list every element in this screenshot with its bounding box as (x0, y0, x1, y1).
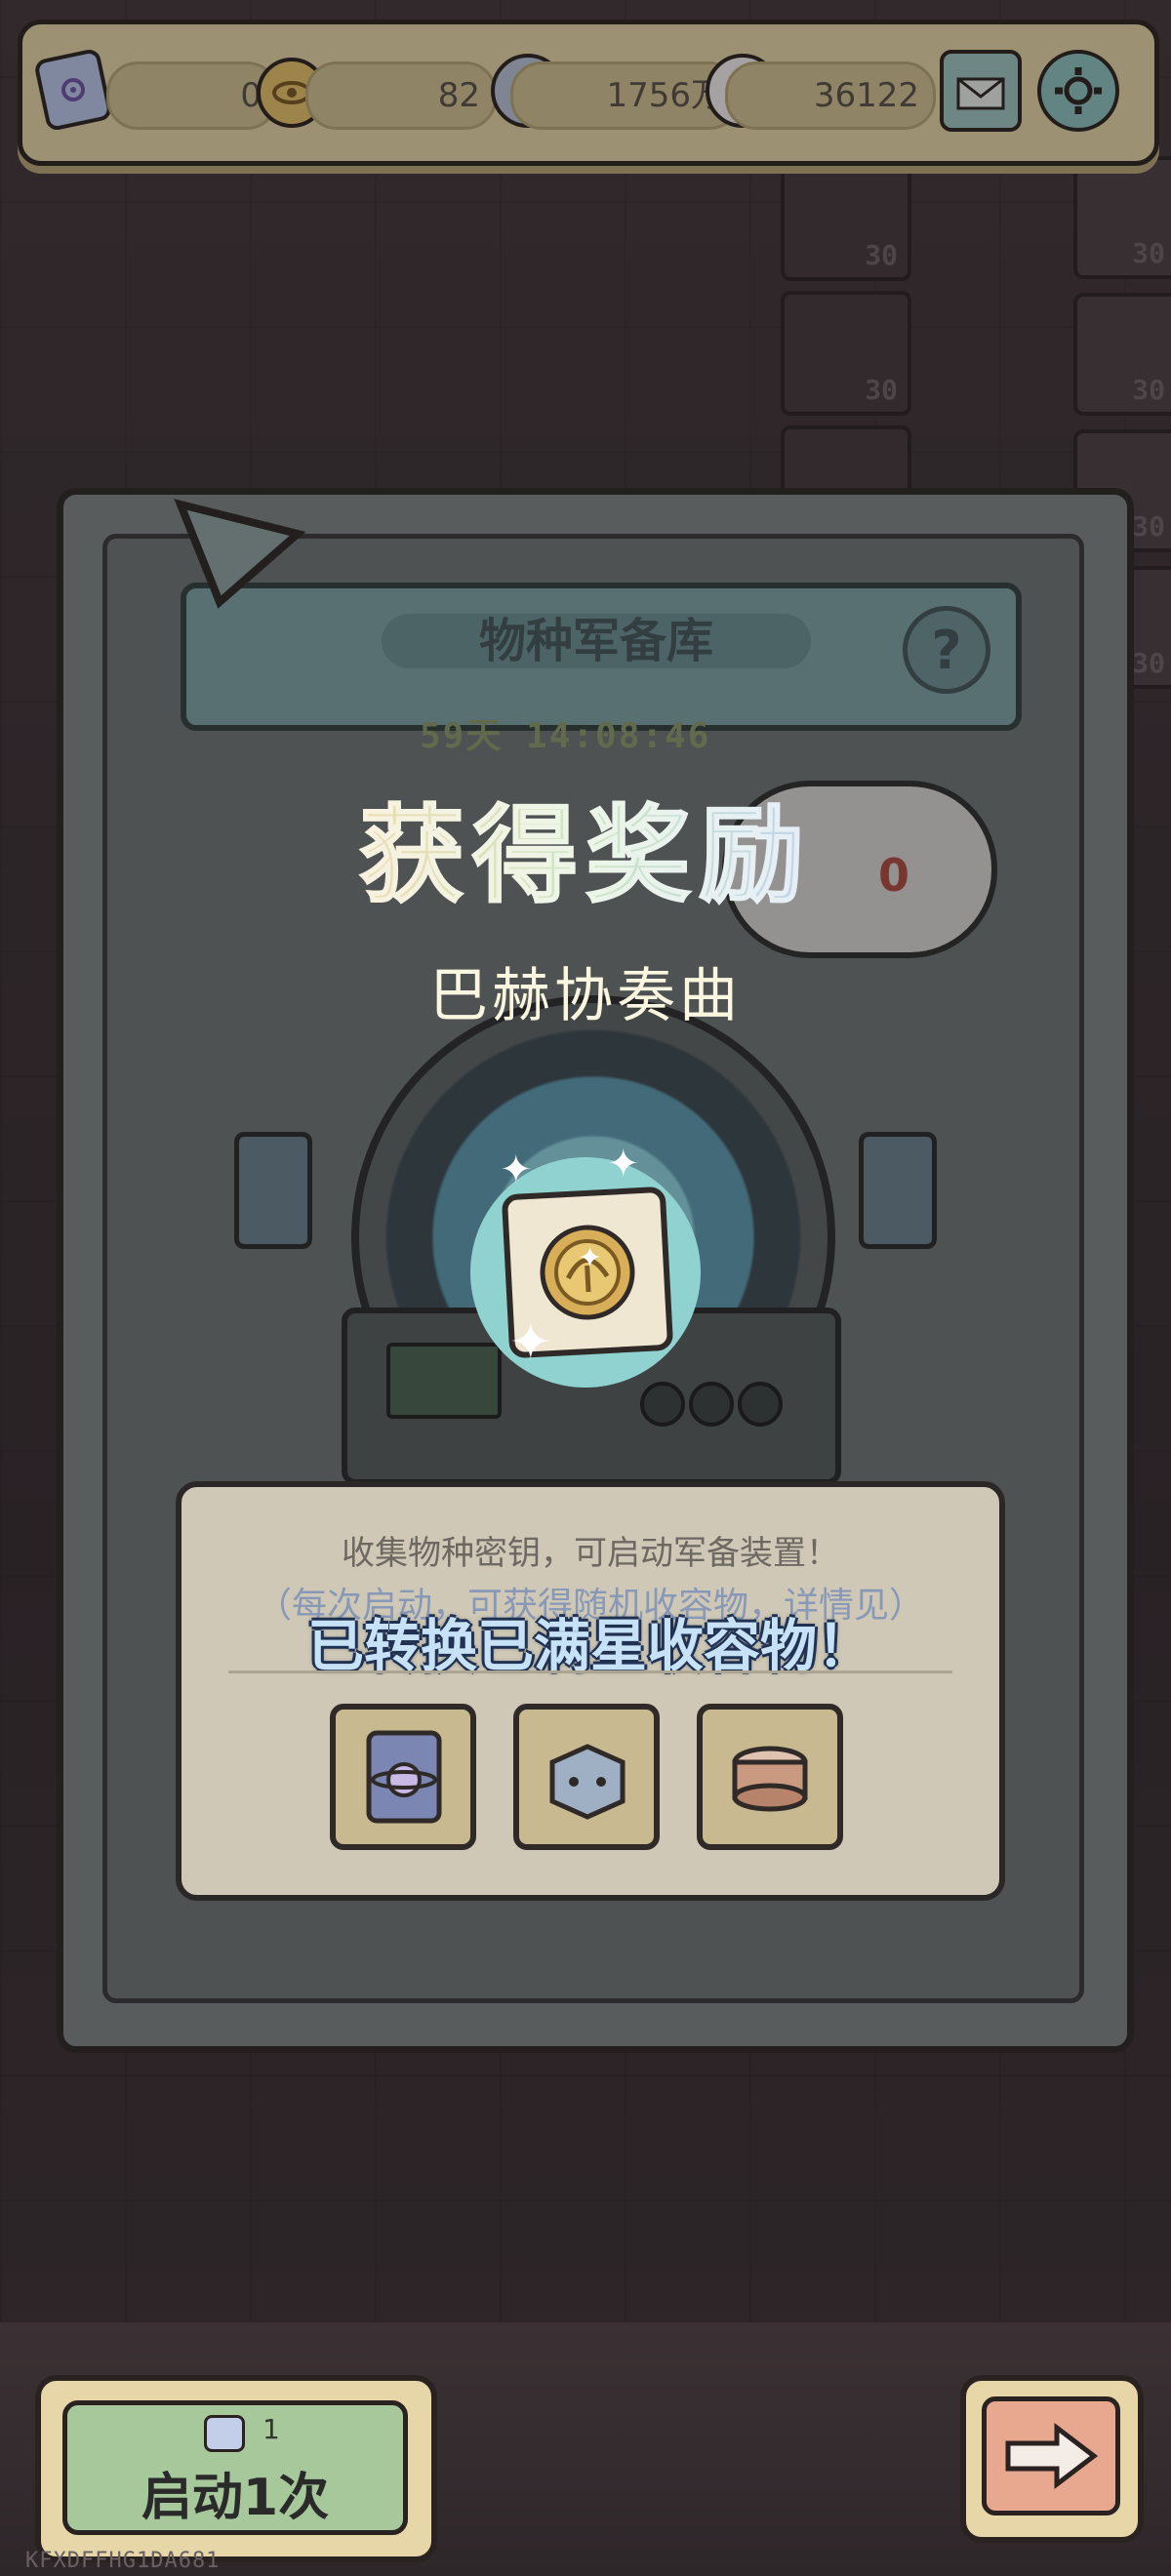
pink-shell-count: 36122 (813, 76, 919, 115)
countdown-timer: 59天 14:08:46 (420, 716, 711, 756)
reward-heading: 获得奖励 (0, 771, 1171, 923)
collectible-slot-planet-card[interactable] (330, 1704, 476, 1850)
block-counter: 30 (1132, 374, 1165, 406)
info-dialog: 收集物种密钥，可启动军备装置！ （每次启动，可获得随机收容物，详情见） 已转换已… (176, 1481, 1005, 1901)
right-arrow-icon (1005, 2422, 1099, 2490)
dialog-divider (228, 1670, 952, 1673)
reward-item-name: 巴赫协奏曲 (429, 962, 742, 1030)
eye-coin-count: 82 (437, 76, 480, 115)
settings-gear-icon[interactable] (1037, 50, 1119, 132)
sparkle-icon: ✦ (607, 1142, 640, 1187)
tin-can-icon (732, 1746, 808, 1812)
machine-screen-left (234, 1132, 312, 1249)
sparkle-icon: ✦ (509, 1313, 552, 1372)
pink-shell-counter: 36122 (725, 61, 936, 130)
background-block: 30 (1073, 156, 1171, 279)
next-arrow-button[interactable] (960, 2375, 1144, 2543)
panel-title: 物种军备库 (382, 614, 811, 668)
block-counter: 30 (865, 374, 898, 406)
start-button-face[interactable]: 1 启动1次 (62, 2400, 408, 2535)
collectible-slot-tin-can[interactable] (697, 1704, 843, 1850)
block-counter: 30 (1132, 510, 1165, 543)
start-cost: 1 (262, 2413, 280, 2445)
dice-box-icon (549, 1744, 626, 1820)
mail-icon[interactable] (940, 50, 1022, 132)
next-button-face[interactable] (982, 2396, 1120, 2516)
collectible-slot-dice-box[interactable] (513, 1704, 660, 1850)
block-counter: 30 (865, 239, 898, 271)
background-block: 30 (781, 291, 911, 416)
background-block: 30 (1073, 293, 1171, 416)
block-counter: 30 (1132, 237, 1165, 269)
key-counter: 0 (106, 61, 278, 130)
start-label: 启动1次 (141, 2469, 330, 2527)
console-knob (689, 1382, 734, 1427)
sparkle-icon: ✦ (500, 1147, 533, 1192)
start-once-button[interactable]: 1 启动1次 (35, 2375, 437, 2562)
triangle-emblem-icon (174, 499, 306, 609)
help-button[interactable]: ? (903, 606, 990, 694)
dialog-description: 收集物种密钥，可启动军备装置！ (342, 1534, 839, 1573)
eye-coin-counter: 82 (305, 61, 497, 130)
background-block: 30 (781, 156, 911, 281)
sparkle-icon: ✦ (578, 1241, 603, 1275)
console-knob (640, 1382, 685, 1427)
reward-item-badge[interactable]: ✦ ✦ ✦ ✦ (470, 1142, 701, 1388)
key-cost-icon (204, 2415, 245, 2452)
console-screen (386, 1343, 502, 1419)
watermark-id: KFXDFFHG1DA681 (25, 2549, 221, 2573)
key-icon[interactable] (33, 47, 113, 133)
block-counter: 30 (1132, 647, 1165, 679)
console-knob (738, 1382, 783, 1427)
resource-bar: 0 82 1756万 36122 (18, 20, 1159, 166)
planet-card-icon (366, 1730, 442, 1824)
machine-screen-right (859, 1132, 937, 1249)
